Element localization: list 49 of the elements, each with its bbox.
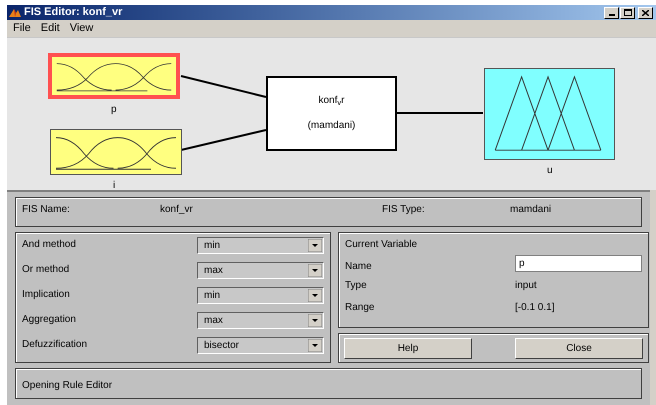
fis-name-value: konf_vr bbox=[160, 203, 194, 217]
minimize-button[interactable] bbox=[604, 6, 619, 18]
range-label: Range bbox=[345, 301, 376, 315]
status-message: Opening Rule Editor bbox=[22, 380, 112, 391]
method-dropdown[interactable]: bisector bbox=[197, 337, 324, 354]
fis-name-label: FIS Name: bbox=[22, 203, 71, 217]
method-label: Aggregation bbox=[22, 313, 77, 327]
close-icon bbox=[642, 10, 649, 16]
fis-type-value: mamdani bbox=[510, 203, 552, 217]
app-logo-icon bbox=[9, 7, 21, 18]
menu-item[interactable]: View bbox=[70, 20, 94, 37]
method-dropdown[interactable]: min bbox=[197, 237, 324, 254]
variable-label: i bbox=[113, 181, 116, 191]
variable-label: p bbox=[111, 105, 117, 115]
variable-label: u bbox=[547, 166, 553, 176]
dropdown-arrow-icon bbox=[308, 314, 322, 327]
output-variable-block[interactable] bbox=[484, 68, 615, 160]
method-dropdown[interactable]: min bbox=[197, 287, 324, 304]
name-label: Name bbox=[345, 260, 373, 274]
type-label: Type bbox=[345, 279, 368, 293]
maximize-icon bbox=[624, 9, 632, 16]
menu-item[interactable]: File bbox=[13, 20, 31, 37]
fis-type-label: FIS Type: bbox=[382, 203, 426, 217]
system-block[interactable]: konf$_{v}$r (mamdani) bbox=[266, 76, 397, 151]
dropdown-arrow-icon bbox=[308, 264, 322, 277]
dialog-button[interactable]: Help bbox=[344, 338, 472, 358]
minimize-icon bbox=[608, 14, 614, 16]
dialog-button[interactable]: Close bbox=[515, 338, 643, 358]
menu-item[interactable]: Edit bbox=[40, 20, 60, 37]
dropdown-arrow-icon bbox=[308, 339, 322, 352]
system-name: konf$_{v}$r bbox=[318, 94, 344, 108]
method-label: Implication bbox=[22, 288, 71, 302]
close-button[interactable] bbox=[638, 6, 653, 18]
panel-title: Current Variable bbox=[345, 238, 418, 252]
name-field[interactable]: p bbox=[515, 255, 642, 272]
type-value: input bbox=[515, 279, 538, 293]
range-value: [-0.1 0.1] bbox=[515, 301, 556, 315]
window-title: FIS Editor: konf_vr bbox=[24, 7, 122, 18]
dropdown-arrow-icon bbox=[308, 239, 322, 252]
method-dropdown[interactable]: max bbox=[197, 262, 324, 279]
method-label: And method bbox=[22, 238, 77, 252]
input-variable-block[interactable] bbox=[50, 129, 182, 175]
method-label: Defuzzification bbox=[22, 338, 88, 352]
system-type: (mamdani) bbox=[308, 119, 356, 133]
maximize-button[interactable] bbox=[620, 6, 635, 18]
dropdown-arrow-icon bbox=[308, 289, 322, 302]
method-dropdown[interactable]: max bbox=[197, 312, 324, 329]
method-label: Or method bbox=[22, 263, 70, 277]
input-variable-block[interactable] bbox=[48, 53, 180, 99]
